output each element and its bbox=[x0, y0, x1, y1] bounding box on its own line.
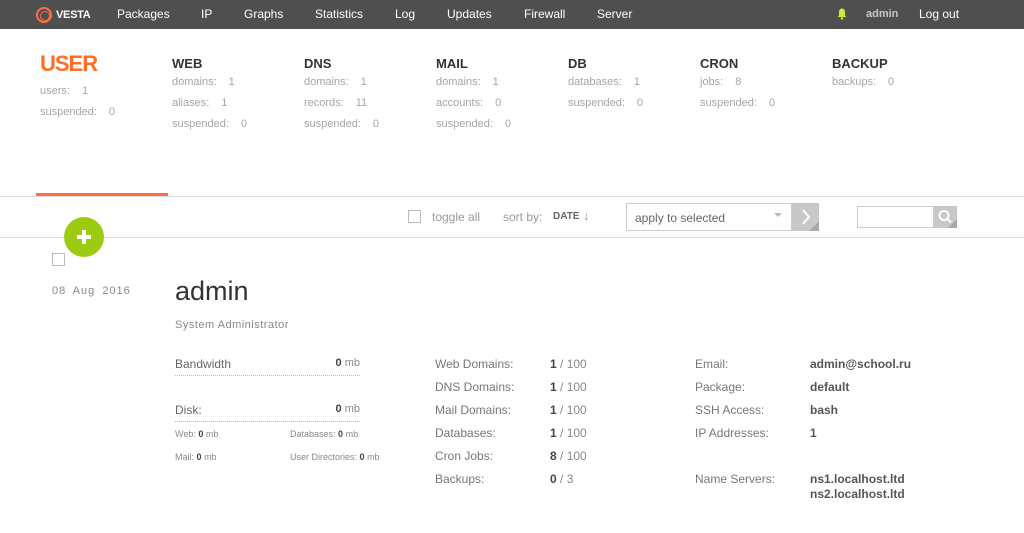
limit-dns-domains: DNS Domains: 1 / 100 bbox=[435, 380, 587, 394]
logout-link[interactable]: Log out bbox=[919, 7, 959, 21]
stat-title-backup[interactable]: BACKUP bbox=[832, 56, 894, 76]
add-user-button[interactable] bbox=[64, 217, 104, 257]
chevron-right-icon bbox=[802, 209, 819, 231]
logo-text: VESTA bbox=[56, 8, 91, 21]
vesta-logo[interactable]: VESTA bbox=[36, 6, 91, 23]
chevron-down-icon bbox=[774, 213, 782, 217]
limit-cron-jobs: Cron Jobs: 8 / 100 bbox=[435, 449, 587, 463]
apply-button[interactable] bbox=[792, 203, 819, 231]
search-button[interactable] bbox=[934, 206, 957, 228]
limit-web-domains: Web Domains: 1 / 100 bbox=[435, 357, 587, 371]
nav-graphs[interactable]: Graphs bbox=[244, 7, 283, 21]
info-package: Package: default bbox=[695, 380, 850, 394]
stat-row: databases: 1 bbox=[568, 76, 640, 88]
disk-row: Disk: 0 mb bbox=[175, 403, 360, 422]
stat-row: suspended: 0 bbox=[304, 118, 380, 130]
stat-dns[interactable]: DNS domains: 1 records: 11 suspended: 0 bbox=[304, 56, 379, 139]
stat-title-user[interactable]: USER bbox=[40, 51, 115, 85]
nav-firewall[interactable]: Firewall bbox=[524, 7, 565, 21]
limit-mail-domains: Mail Domains: 1 / 100 bbox=[435, 403, 587, 417]
record-checkbox[interactable] bbox=[52, 253, 65, 266]
stat-row: domains: 1 bbox=[304, 76, 367, 88]
top-nav: VESTA Packages IP Graphs Statistics Log … bbox=[0, 0, 1024, 29]
info-ssh-access: SSH Access: bash bbox=[695, 403, 839, 417]
stat-backup[interactable]: BACKUP backups: 0 bbox=[832, 56, 894, 97]
stat-title-db[interactable]: DB bbox=[568, 56, 643, 76]
info-email: Email: admin@school.ru bbox=[695, 357, 912, 371]
stat-row: domains: 1 bbox=[436, 76, 499, 88]
nav-username[interactable]: admin bbox=[866, 8, 898, 20]
disk-web: Web: 0 mb bbox=[175, 429, 219, 439]
disk-databases: Databases: 0 mb bbox=[290, 429, 359, 439]
nav-log[interactable]: Log bbox=[395, 7, 415, 21]
stat-row: accounts: 0 bbox=[436, 97, 502, 109]
bulk-action-select[interactable]: apply to selected bbox=[626, 203, 792, 231]
stat-row: jobs: 8 bbox=[700, 76, 742, 88]
info-name-servers: Name Servers: ns1.localhost.ltd ns2.local… bbox=[695, 472, 905, 501]
nav-updates[interactable]: Updates bbox=[447, 7, 492, 21]
nav-packages[interactable]: Packages bbox=[117, 7, 170, 21]
stat-title-cron[interactable]: CRON bbox=[700, 56, 775, 76]
stat-row: domains: 1 bbox=[172, 76, 235, 88]
stat-row: suspended: 0 bbox=[568, 97, 644, 109]
toggle-all-label[interactable]: toggle all bbox=[432, 210, 480, 224]
divider bbox=[0, 196, 1024, 197]
search-input[interactable] bbox=[857, 206, 934, 228]
toggle-all-checkbox[interactable] bbox=[408, 210, 421, 223]
record-username[interactable]: admin bbox=[175, 276, 249, 307]
stat-row: users: 1 bbox=[40, 85, 89, 97]
disk-user-dirs: User Directories: 0 mb bbox=[290, 452, 380, 462]
stat-row: suspended: 0 bbox=[700, 97, 776, 109]
search-icon bbox=[938, 210, 957, 228]
info-ip-addresses: IP Addresses: 1 bbox=[695, 426, 817, 440]
record-date: 08 Aug 2016 bbox=[52, 285, 131, 297]
stat-title-web[interactable]: WEB bbox=[172, 56, 247, 76]
stat-db[interactable]: DB databases: 1 suspended: 0 bbox=[568, 56, 643, 118]
logo-ring-icon bbox=[36, 6, 52, 23]
bandwidth-label: Bandwidth bbox=[175, 357, 232, 371]
disk-value: 0 mb bbox=[335, 403, 360, 415]
stat-cron[interactable]: CRON jobs: 8 suspended: 0 bbox=[700, 56, 775, 118]
limit-databases: Databases: 1 / 100 bbox=[435, 426, 587, 440]
stat-row: records: 11 bbox=[304, 97, 368, 109]
bandwidth-row: Bandwidth 0 mb bbox=[175, 357, 360, 376]
record-role: System Administrator bbox=[175, 319, 289, 331]
stat-title-mail[interactable]: MAIL bbox=[436, 56, 511, 76]
sort-direction-icon[interactable]: ↓ bbox=[583, 208, 590, 223]
nav-ip[interactable]: IP bbox=[201, 7, 212, 21]
stat-row: suspended: 0 bbox=[40, 106, 116, 118]
stat-web[interactable]: WEB domains: 1 aliases: 1 suspended: 0 bbox=[172, 56, 247, 139]
stat-mail[interactable]: MAIL domains: 1 accounts: 0 suspended: 0 bbox=[436, 56, 511, 139]
stat-title-dns[interactable]: DNS bbox=[304, 56, 379, 76]
sort-value[interactable]: DATE bbox=[553, 211, 579, 222]
divider bbox=[0, 237, 1024, 238]
limit-backups: Backups: 0 / 3 bbox=[435, 472, 574, 486]
disk-label: Disk: bbox=[175, 403, 202, 417]
stat-row: backups: 0 bbox=[832, 76, 895, 88]
bandwidth-value: 0 mb bbox=[335, 357, 360, 369]
bell-icon[interactable] bbox=[837, 8, 847, 20]
disk-mail: Mail: 0 mb bbox=[175, 452, 217, 462]
stat-row: suspended: 0 bbox=[436, 118, 512, 130]
nav-statistics[interactable]: Statistics bbox=[315, 7, 363, 21]
nav-server[interactable]: Server bbox=[597, 7, 632, 21]
stat-row: aliases: 1 bbox=[172, 97, 228, 109]
sort-label: sort by: bbox=[503, 210, 543, 224]
stat-user[interactable]: USER users: 1 suspended: 0 bbox=[40, 51, 116, 127]
stat-row: suspended: 0 bbox=[172, 118, 248, 130]
